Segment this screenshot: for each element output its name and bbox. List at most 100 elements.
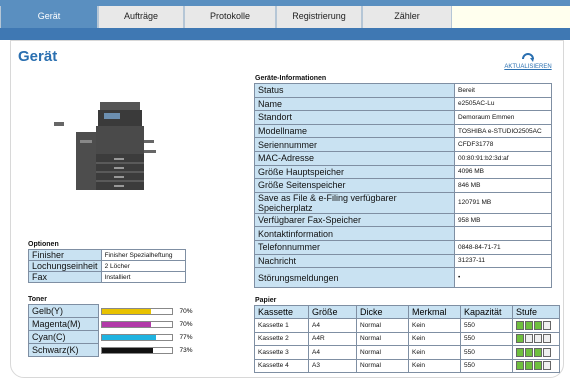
paper-merkmal: Kein: [408, 358, 461, 373]
sub-nav-bar: [0, 28, 570, 40]
paper-level: [512, 318, 560, 333]
device-info-label: Kontaktinformation: [254, 226, 455, 241]
device-info-label: Standort: [254, 110, 455, 125]
toner-percent: 70%: [179, 320, 193, 328]
device-info-label: Größe Hauptspeicher: [254, 164, 455, 180]
paper-heading: Papier: [255, 297, 277, 304]
paper-column-header: Stufe: [512, 305, 560, 319]
paper-table: Kassette Größe Dicke Merkmal Kapazität Stufe K…: [254, 305, 560, 373]
device-info-value: Demoraum Emmen: [454, 110, 552, 125]
paper-kassette: Kassette 2: [254, 331, 309, 346]
paper-level-indicator: [516, 347, 556, 357]
paper-level: [512, 331, 560, 346]
paper-column-header: Kassette: [254, 305, 309, 319]
option-label: Lochungseinheit: [28, 260, 102, 272]
options-row: Fax Installiert: [28, 271, 187, 283]
paper-header-row: Kassette Größe Dicke Merkmal Kapazität Stufe: [254, 305, 560, 319]
device-info-label: Telefonnummer: [254, 239, 455, 255]
toner-row: Schwarz(K) 73%: [28, 343, 198, 357]
option-value: Installiert: [100, 271, 187, 283]
paper-kassette: Kassette 1: [254, 318, 309, 333]
paper-row: Kassette 3 A4 Normal Kein 550: [254, 345, 560, 360]
device-info-label: Verfügbarer Fax-Speicher: [254, 212, 455, 228]
options-row: Lochungseinheit 2 Löcher: [28, 260, 187, 272]
paper-level: [512, 345, 560, 360]
paper-dicke: Normal: [356, 358, 409, 373]
device-info-label: Status: [254, 83, 455, 98]
device-info-value: 120791 MB: [454, 191, 552, 214]
device-info-label: Name: [254, 96, 455, 112]
device-info-row: Status Bereit: [254, 83, 552, 98]
tab-protokolle[interactable]: Protokolle: [184, 6, 276, 28]
option-value: 2 Löcher: [100, 260, 187, 272]
paper-dicke: Normal: [356, 345, 409, 360]
paper-groesse: A4: [308, 345, 357, 360]
paper-level-segment: [534, 334, 542, 344]
paper-level-segment: [534, 320, 542, 330]
paper-kassette: Kassette 3: [254, 345, 309, 360]
device-info-value: 4096 MB: [454, 164, 552, 180]
device-info-row: Größe Seitenspeicher 846 MB: [254, 178, 552, 193]
paper-column-header: Größe: [308, 305, 357, 319]
toner-percent: 77%: [179, 333, 193, 341]
paper-merkmal: Kein: [408, 331, 461, 346]
paper-row: Kassette 4 A3 Normal Kein 550: [254, 358, 560, 373]
tab-registrierung[interactable]: Registrierung: [276, 6, 362, 28]
device-info-value: 846 MB: [454, 178, 552, 193]
device-info-table: Status Bereit Name e2505AC-Lu Standort Demora…: [254, 83, 552, 289]
options-row: Finisher Finisher Spezialheftung: [28, 249, 187, 261]
options-heading: Optionen: [28, 241, 59, 248]
paper-column-header: Dicke: [356, 305, 409, 319]
device-info-value: [454, 226, 552, 241]
toner-percent: 70%: [179, 307, 193, 315]
paper-level-segment: [525, 347, 533, 357]
toner-row: Gelb(Y) 70%: [28, 304, 198, 318]
paper-level-segment: [516, 320, 524, 330]
refresh-button[interactable]: AKTUALISIEREN: [500, 50, 556, 70]
paper-groesse: A4: [308, 318, 357, 333]
device-info-value: TOSHIBA e-STUDIO2505AC: [454, 123, 552, 139]
paper-column-header: Kapazität: [460, 305, 513, 319]
device-info-heading: Geräte-Informationen: [255, 75, 327, 82]
device-info-row: Nachricht 31237-11: [254, 253, 552, 269]
toner-label: Cyan(C): [28, 330, 99, 344]
paper-column-header: Merkmal: [408, 305, 461, 319]
device-info-label: Seriennummer: [254, 137, 455, 152]
tab-zaehler[interactable]: Zähler: [362, 6, 452, 28]
device-info-label: Größe Seitenspeicher: [254, 178, 455, 193]
paper-row: Kassette 1 A4 Normal Kein 550: [254, 318, 560, 333]
device-info-value: •: [454, 267, 552, 289]
paper-dicke: Normal: [356, 318, 409, 333]
paper-level-segment: [516, 347, 524, 357]
device-info-row: Name e2505AC-Lu: [254, 96, 552, 112]
paper-merkmal: Kein: [408, 318, 461, 333]
paper-kapazitaet: 550: [460, 318, 513, 333]
tab-bar-filler: [452, 6, 570, 28]
toner-percent: 73%: [179, 346, 193, 354]
paper-level-segment: [516, 361, 524, 371]
toner-level-bar: [101, 320, 173, 328]
device-info-value: 958 MB: [454, 212, 552, 228]
paper-level-segment: [516, 334, 524, 344]
device-info-value: e2505AC-Lu: [454, 96, 552, 112]
refresh-icon: [522, 53, 534, 62]
toner-heading: Toner: [28, 296, 47, 303]
paper-level-segment: [525, 320, 533, 330]
paper-kapazitaet: 550: [460, 358, 513, 373]
toner-label: Schwarz(K): [28, 343, 99, 357]
toner-row: Cyan(C) 77%: [28, 330, 198, 344]
device-info-row: Save as File & e-Filing verfügbarer Spei…: [254, 191, 552, 214]
paper-row: Kassette 2 A4R Normal Kein 550: [254, 331, 560, 346]
toner-level-bar: [101, 346, 173, 354]
paper-merkmal: Kein: [408, 345, 461, 360]
page-title: Gerät: [18, 48, 58, 65]
device-info-row: Seriennummer CFDF31778: [254, 137, 552, 152]
toner-level-cell: [99, 318, 177, 331]
device-info-value: 0848-84-71-71: [454, 239, 552, 255]
paper-level-segment: [543, 334, 551, 344]
tab-geraet[interactable]: Gerät: [0, 6, 98, 28]
device-info-row: Kontaktinformation: [254, 226, 552, 241]
refresh-label: AKTUALISIEREN: [504, 64, 552, 70]
options-table: Finisher Finisher Spezialheftung Lochungse…: [28, 249, 187, 283]
tab-auftraege[interactable]: Aufträge: [98, 6, 184, 28]
